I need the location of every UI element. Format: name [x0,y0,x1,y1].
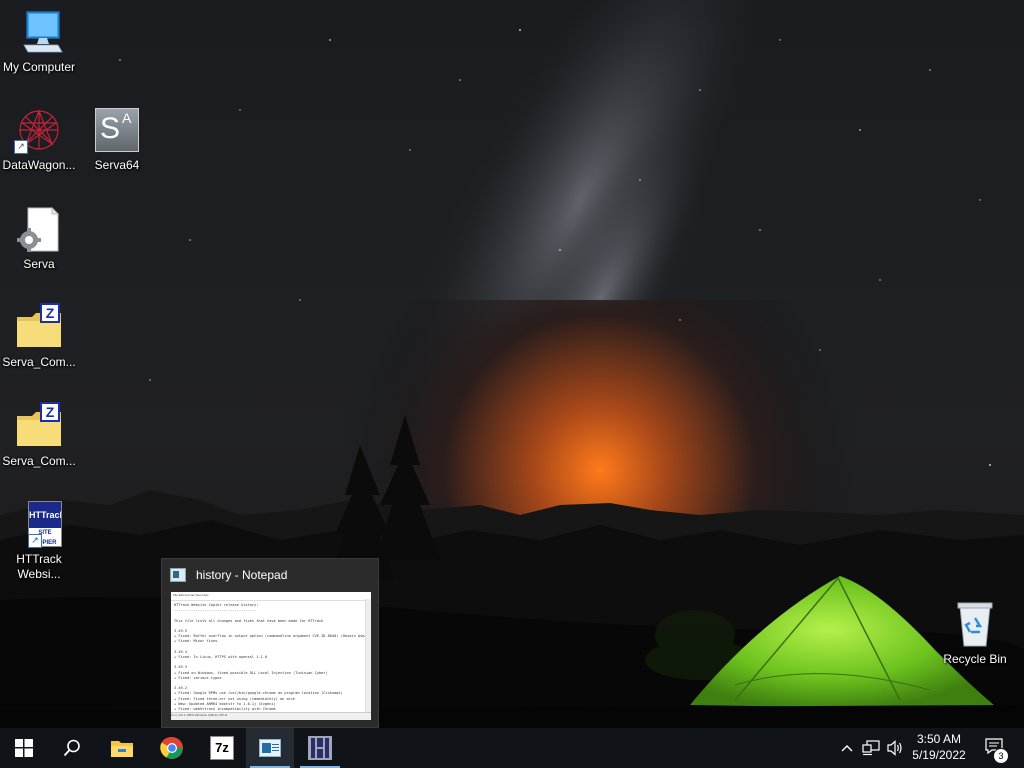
desktop-icon-datawagon[interactable]: ↗ DataWagon... [0,106,79,173]
preview-title: history - Notepad [196,568,288,582]
shortcut-arrow-icon: ↗ [28,534,42,548]
network-icon [862,740,880,756]
notepad-icon [259,739,281,757]
preview-menu-bar: File Edit Format View Help [171,592,371,601]
recycle-bin-icon [950,600,1000,648]
preview-scrollbar [365,599,371,713]
chrome-icon [160,736,183,759]
desktop-icon-label: Serva_Com... [2,454,76,468]
chrome-button[interactable] [148,728,196,768]
clock-time: 3:50 AM [916,732,962,746]
httrack-icon: HTTrack SITE COPIER ↗ [14,500,64,548]
zip-folder-icon: Z [14,402,64,450]
7zip-button[interactable]: 7z [198,728,246,768]
desktop-icon-serva64[interactable]: S A Serva64 [77,106,157,173]
desktop[interactable]: My Computer ↗ DataWagon... S A Serva64 S… [0,0,1024,728]
datawagon-icon: ↗ [14,106,64,154]
desktop-icon-label: DataWagon... [2,158,76,172]
speaker-icon [887,740,902,756]
zip-badge-letter: Z [45,305,55,321]
desktop-icon-label: Serva_Com... [2,355,76,369]
serva64-icon-superscript: A [122,110,132,126]
7zip-icon-text: 7z [215,740,229,755]
clock-date: 5/19/2022 [912,748,966,762]
chevron-up-icon [841,745,853,752]
desktop-icon-my-computer[interactable]: My Computer [0,8,79,75]
show-hidden-icons-button[interactable] [838,728,856,768]
notepad-button[interactable] [246,728,294,768]
zip-badge-letter: Z [45,404,55,420]
preview-text-content: HTTrack Website Copier release history: … [174,603,371,720]
search-button[interactable] [48,728,96,768]
action-center-button[interactable]: 3 [980,728,1009,768]
preview-status-bar: Ln 1, Col 1 100% Windows (CRLF) UTF-8 [171,712,371,720]
desktop-icon-label: Serva64 [94,158,140,172]
preview-thumbnail[interactable]: File Edit Format View Help HTTrack Websi… [171,592,371,720]
notification-count-badge: 3 [993,747,1009,764]
start-button[interactable] [0,728,48,768]
windows-logo-icon [15,739,33,757]
taskbar: 7z 3:50 AM 5/19/2022 3 [0,728,1024,768]
desktop-icon-serva-com-1[interactable]: Z Serva_Com... [0,303,79,370]
serva-app-icon [308,736,332,760]
serva64-icon-letter: S [100,112,121,145]
shortcut-arrow-icon: ↗ [14,140,28,154]
desktop-icon-label: My Computer [2,60,76,74]
7zip-icon: 7z [210,736,234,760]
desktop-icon-label: Serva [23,257,55,271]
computer-icon [14,8,64,56]
desktop-icon-label: Recycle Bin [943,652,1007,666]
desktop-icon-httrack[interactable]: HTTrack SITE COPIER ↗ HTTrack Websi... [0,500,79,582]
taskbar-clock[interactable]: 3:50 AM 5/19/2022 [903,731,975,763]
desktop-icon-label: HTTrack Websi... [16,552,62,581]
desktop-icon-serva[interactable]: Serva [0,205,79,272]
config-file-icon [14,205,64,253]
httrack-icon-title: HTTrack [29,502,61,528]
desktop-icon-serva-com-2[interactable]: Z Serva_Com... [0,402,79,469]
search-icon [63,739,80,757]
network-tray-button[interactable] [860,728,882,768]
notepad-thumbnail-preview[interactable]: history - Notepad File Edit Format View … [161,558,379,728]
serva64-icon: S A [92,106,142,154]
folder-icon [111,741,133,757]
serva-taskbar-button[interactable] [296,728,344,768]
zip-folder-icon: Z [14,303,64,351]
desktop-icon-recycle-bin[interactable]: Recycle Bin [935,600,1015,667]
notepad-icon [170,568,186,582]
preview-title-bar: history - Notepad [170,568,287,582]
file-explorer-button[interactable] [98,728,146,768]
